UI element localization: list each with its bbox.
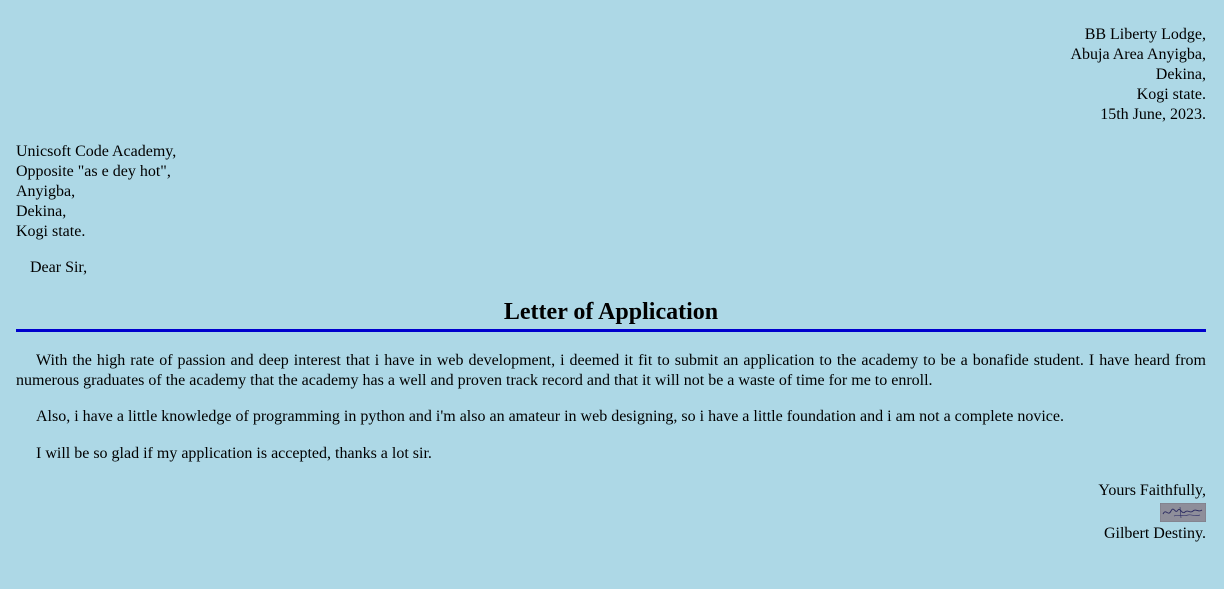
signature-image — [1160, 503, 1206, 522]
sender-address-line: Dekina, — [1155, 66, 1206, 83]
closing: Yours Faithfully, Gilbert Destiny. — [1098, 481, 1206, 544]
sender-address-line: Abuja Area Anyigba, — [1070, 46, 1206, 63]
body-paragraph: With the high rate of passion and deep i… — [16, 352, 1206, 389]
letter-body: With the high rate of passion and deep i… — [16, 351, 1206, 464]
recipient-address-line: Opposite "as e dey hot", — [16, 163, 171, 180]
salutation: Dear Sir, — [30, 259, 88, 276]
body-paragraph: I will be so glad if my application is a… — [36, 445, 432, 462]
sender-address-line: BB Liberty Lodge, — [1084, 26, 1206, 43]
recipient-address-line: Dekina, — [16, 203, 67, 220]
recipient-address-line: Unicsoft Code Academy, — [16, 143, 177, 160]
letter-date: 15th June, 2023. — [1100, 106, 1206, 123]
sender-address: BB Liberty Lodge, Abuja Area Anyigba, De… — [1070, 25, 1206, 125]
body-paragraph: Also, i have a little knowledge of progr… — [36, 408, 1064, 425]
signatory-name: Gilbert Destiny. — [1103, 525, 1206, 542]
recipient-address: Unicsoft Code Academy, Opposite "as e de… — [16, 142, 176, 242]
sender-address-line: Kogi state. — [1136, 86, 1206, 103]
valediction: Yours Faithfully, — [1098, 482, 1206, 499]
letter-title: Letter of Application — [16, 296, 1206, 332]
recipient-address-line: Kogi state. — [16, 223, 86, 240]
signature-icon — [1160, 503, 1206, 522]
recipient-address-line: Anyigba, — [16, 183, 76, 200]
